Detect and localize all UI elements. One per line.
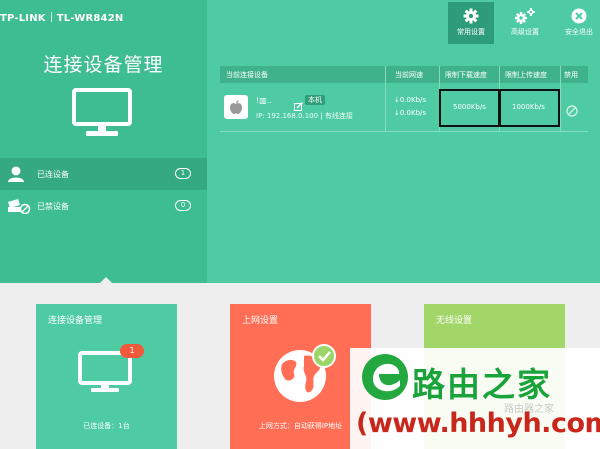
upload-limit-value[interactable]: 1000Kb/s <box>512 103 545 111</box>
nav-count-badge: 0 <box>175 200 191 211</box>
download-limit-value[interactable]: 5000Kb/s <box>453 103 486 111</box>
notification-badge: 1 <box>120 344 144 358</box>
card-title: 无线设置 <box>436 316 473 326</box>
upload-rate: ↓0.0Kb/s <box>394 109 427 117</box>
nav-connected-devices[interactable]: 已连设备 1 <box>0 158 207 190</box>
download-rate: ↓0.0Kb/s <box>394 96 427 104</box>
monitor-icon <box>72 88 132 142</box>
col-disable: 禁用 <box>564 71 578 79</box>
watermark-url: (www.hhhyh.com) <box>356 408 600 439</box>
close-circle-icon <box>571 8 587 24</box>
panel-pointer <box>100 277 112 283</box>
nav-label: 已连设备 <box>37 170 69 179</box>
local-device-tag: 本机 <box>305 95 325 105</box>
nav-label: 已禁设备 <box>37 202 69 211</box>
gears-icon <box>515 8 535 24</box>
brand-header: TP-LINK TL-WR842N <box>0 12 123 24</box>
card-footer: 已连设备：1台 <box>83 422 130 430</box>
device-name: !▥.. <box>256 96 272 105</box>
card-title: 上网设置 <box>242 316 279 326</box>
toolbar-label: 安全退出 <box>565 28 593 36</box>
card-device-management[interactable]: 连接设备管理 1 已连设备：1台 <box>36 304 177 449</box>
nav-count-badge: 1 <box>175 168 191 179</box>
watermark-title: 路由之家 <box>412 365 552 404</box>
watermark: 路由之家 路由器之家 (www.hhhyh.com) <box>350 348 600 449</box>
brand-divider <box>50 12 52 22</box>
panel-title: 连接设备管理 <box>43 54 164 76</box>
col-current-speed: 当前网速 <box>395 71 423 79</box>
brand-logo: TP-LINK <box>0 13 46 24</box>
toolbar-advanced-settings[interactable]: 高级设置 <box>502 2 548 44</box>
col-upload-limit: 限制上传速度 <box>505 71 547 79</box>
globe-icon <box>274 344 336 402</box>
col-download-limit: 限制下载速度 <box>445 71 487 79</box>
apple-icon <box>224 95 248 119</box>
toolbar-label: 常用设置 <box>457 28 485 36</box>
user-icon <box>7 166 25 184</box>
blocked-device-icon <box>7 198 31 216</box>
model-name: TL-WR842N <box>56 13 124 24</box>
col-current-device: 当前连接设备 <box>226 71 268 79</box>
gear-icon <box>463 8 479 24</box>
device-ip-connection: IP: 192.168.0.100 | 有线连接 <box>256 112 353 120</box>
disable-device-icon[interactable] <box>566 102 578 121</box>
table-row-divider <box>220 131 588 132</box>
toolbar-logout[interactable]: 安全退出 <box>556 2 600 44</box>
left-panel: TP-LINK TL-WR842N 连接设备管理 已连设备 1 已禁设备 0 <box>0 0 207 283</box>
toolbar-label: 高级设置 <box>511 28 539 36</box>
watermark-logo <box>362 354 408 400</box>
card-title: 连接设备管理 <box>48 316 103 326</box>
column-divider <box>385 66 386 132</box>
device-table-header: 当前连接设备 当前网速 限制下载速度 限制上传速度 禁用 <box>220 66 588 83</box>
nav-blocked-devices[interactable]: 已禁设备 0 <box>0 190 207 222</box>
column-divider <box>560 66 561 132</box>
toolbar-common-settings[interactable]: 常用设置 <box>448 2 494 44</box>
